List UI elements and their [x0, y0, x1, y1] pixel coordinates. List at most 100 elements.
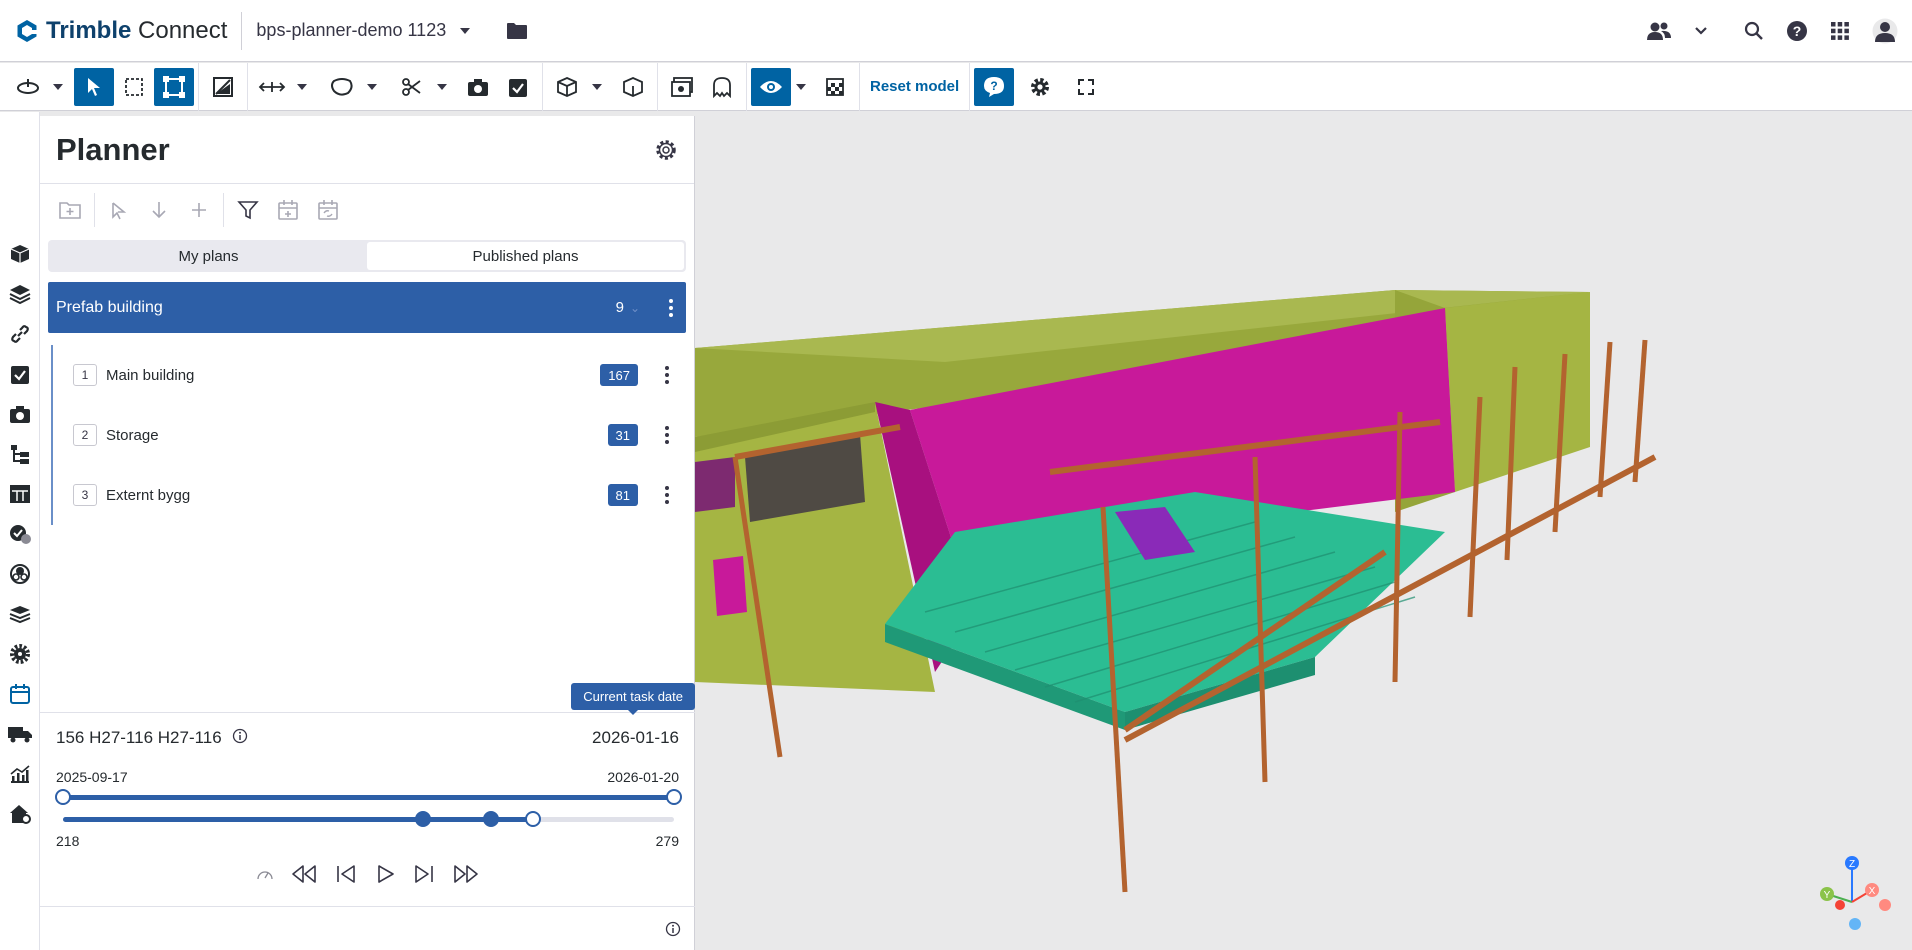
- chevron-down-icon[interactable]: [362, 68, 382, 106]
- home-settings-icon[interactable]: [6, 800, 34, 828]
- layers-icon[interactable]: [6, 280, 34, 308]
- models-cube-icon[interactable]: [6, 240, 34, 268]
- project-selector[interactable]: bps-planner-demo 1123: [256, 20, 471, 41]
- more-options-icon[interactable]: [656, 293, 686, 323]
- hierarchy-icon[interactable]: [6, 440, 34, 468]
- plan-group-name: Prefab building: [56, 298, 163, 316]
- info-icon[interactable]: [232, 728, 248, 749]
- help-bubble-icon[interactable]: ?: [974, 67, 1015, 106]
- settings-icon[interactable]: [654, 138, 678, 162]
- plan-name: Storage: [106, 426, 159, 444]
- svg-text:?: ?: [991, 79, 998, 93]
- view-cube-icon[interactable]: [547, 68, 587, 106]
- reset-model-button[interactable]: Reset model: [864, 78, 965, 95]
- planner-toolbar: [40, 184, 694, 236]
- slider-handle-end[interactable]: [666, 789, 682, 805]
- eye-icon[interactable]: [751, 67, 791, 106]
- snapshot-icon[interactable]: [458, 68, 498, 106]
- transform-icon[interactable]: [154, 67, 194, 106]
- fast-forward-icon[interactable]: [451, 863, 481, 890]
- plan-group-header[interactable]: Prefab building 9 ⌄: [48, 282, 686, 333]
- slider-marker[interactable]: [482, 811, 499, 827]
- scissors-icon[interactable]: [392, 68, 432, 106]
- chevron-down-icon[interactable]: [1694, 26, 1708, 36]
- info-icon[interactable]: [665, 921, 681, 942]
- new-folder-icon[interactable]: [50, 190, 90, 230]
- list-item[interactable]: 2 Storage 31: [53, 405, 694, 465]
- add-icon[interactable]: [179, 190, 219, 230]
- calendar-sync-icon[interactable]: [308, 190, 348, 230]
- project-name: bps-planner-demo 1123: [256, 20, 447, 40]
- search-icon[interactable]: [1744, 21, 1764, 41]
- image-edit-icon[interactable]: [203, 68, 243, 106]
- chevron-down-icon[interactable]: [791, 68, 811, 106]
- ghost-icon[interactable]: [702, 68, 742, 106]
- list-item[interactable]: 1 Main building 167: [53, 345, 694, 405]
- gear-badge-icon[interactable]: [6, 640, 34, 668]
- fast-rewind-icon[interactable]: [289, 863, 319, 890]
- speed-icon[interactable]: [255, 866, 275, 887]
- arrow-down-icon[interactable]: [139, 190, 179, 230]
- task-index-slider[interactable]: [63, 811, 674, 827]
- stack-icon[interactable]: [6, 600, 34, 628]
- skip-next-icon[interactable]: [411, 863, 437, 890]
- settings-icon[interactable]: [1020, 68, 1060, 106]
- folder-icon[interactable]: [506, 22, 528, 40]
- perspective-icon[interactable]: [613, 68, 653, 106]
- playback-controls: [40, 863, 695, 890]
- slider-fill: [63, 817, 534, 822]
- markup-shape-icon[interactable]: [322, 68, 362, 106]
- left-rail: [0, 112, 40, 950]
- checkerboard-icon[interactable]: [815, 68, 855, 106]
- link-icon[interactable]: [6, 320, 34, 348]
- chevron-down-icon[interactable]: ⌄: [630, 301, 640, 315]
- extension-icon[interactable]: [6, 560, 34, 588]
- clash-check-icon[interactable]: [6, 520, 34, 548]
- current-task-date: 2026-01-16: [592, 728, 679, 747]
- more-options-icon[interactable]: [652, 480, 682, 510]
- tab-published-plans[interactable]: Published plans: [367, 242, 684, 270]
- svg-text:Z: Z: [1849, 859, 1855, 870]
- filter-icon[interactable]: [228, 190, 268, 230]
- fullscreen-icon[interactable]: [1066, 68, 1106, 106]
- user-avatar-icon[interactable]: [1872, 18, 1898, 44]
- tab-my-plans[interactable]: My plans: [50, 242, 367, 270]
- more-options-icon[interactable]: [652, 420, 682, 450]
- truck-icon[interactable]: [6, 720, 34, 748]
- todo-icon[interactable]: [6, 360, 34, 388]
- skip-previous-icon[interactable]: [333, 863, 359, 890]
- select-pointer-icon[interactable]: [74, 67, 114, 106]
- app-logo[interactable]: Trimble Connect: [14, 17, 227, 45]
- brand-name: Trimble: [46, 16, 132, 44]
- chevron-down-icon[interactable]: [587, 68, 607, 106]
- analytics-icon[interactable]: [6, 760, 34, 788]
- play-icon[interactable]: [373, 863, 397, 890]
- chevron-down-icon[interactable]: [432, 68, 452, 106]
- users-icon[interactable]: [1646, 21, 1672, 41]
- slider-handle-current[interactable]: [525, 811, 542, 827]
- model-viewport[interactable]: Z Y X: [695, 112, 1912, 950]
- table-icon[interactable]: [6, 480, 34, 508]
- chevron-down-icon[interactable]: [292, 68, 312, 106]
- help-icon[interactable]: ?: [1786, 20, 1808, 42]
- panel-header: Planner: [40, 116, 694, 184]
- section-planes-icon[interactable]: [662, 68, 702, 106]
- calendar-add-icon[interactable]: [268, 190, 308, 230]
- box-select-icon[interactable]: [114, 68, 154, 106]
- list-item[interactable]: 3 Externt bygg 81: [53, 465, 694, 525]
- slider-marker[interactable]: [415, 811, 432, 827]
- camera-icon[interactable]: [6, 400, 34, 428]
- todo-icon[interactable]: [498, 68, 538, 106]
- select-in-model-icon[interactable]: [99, 190, 139, 230]
- more-options-icon[interactable]: [652, 360, 682, 390]
- axis-gizmo[interactable]: Z Y X: [1820, 856, 1891, 930]
- slider-handle-start[interactable]: [55, 789, 71, 805]
- date-range-slider[interactable]: [55, 789, 682, 805]
- apps-grid-icon[interactable]: [1830, 21, 1850, 41]
- chevron-down-icon[interactable]: [48, 68, 68, 106]
- building-model[interactable]: Z Y X: [695, 112, 1912, 950]
- orbit-icon[interactable]: [8, 68, 48, 106]
- measure-icon[interactable]: [252, 68, 292, 106]
- divider: [657, 62, 658, 111]
- calendar-icon[interactable]: [6, 680, 34, 708]
